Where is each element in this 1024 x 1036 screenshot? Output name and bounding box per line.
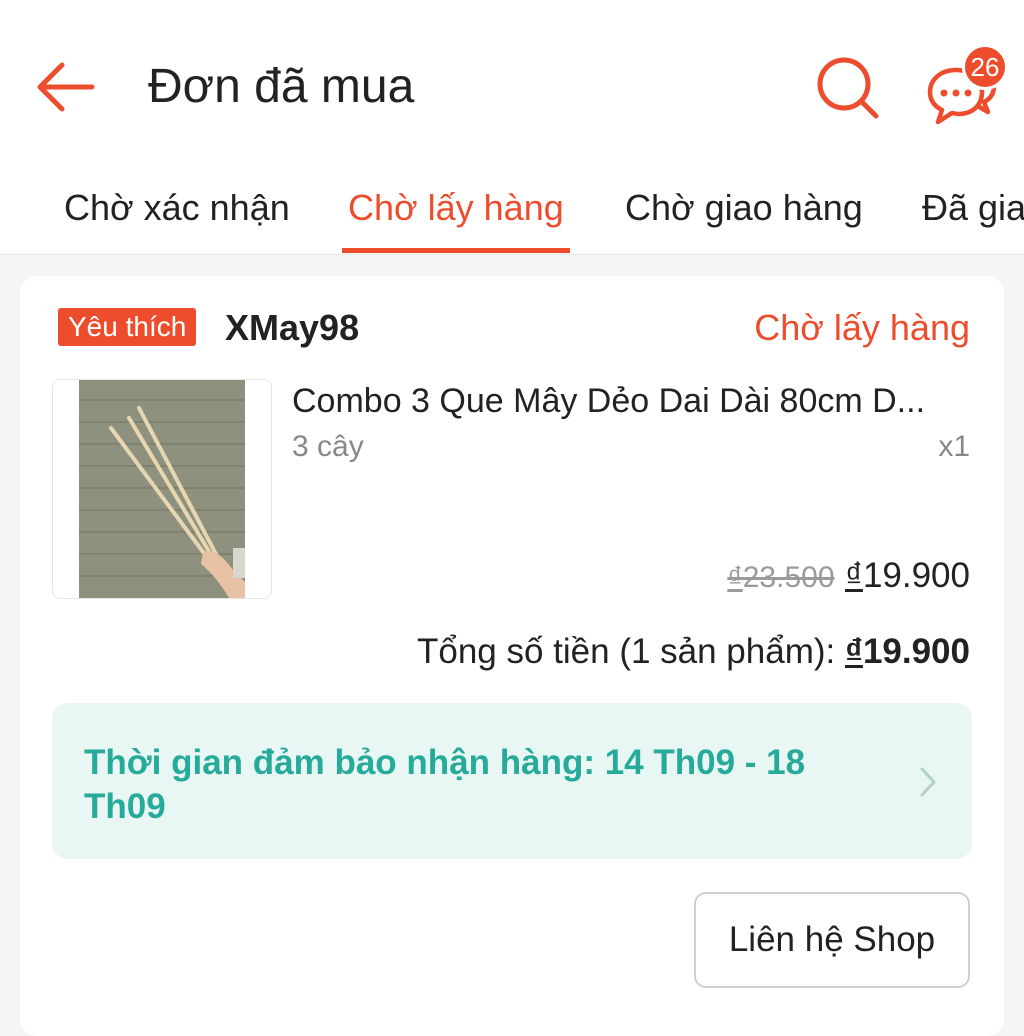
active-tab-indicator (342, 248, 570, 253)
currency-symbol: ₫ (727, 561, 743, 594)
delivery-guarantee-banner[interactable]: Thời gian đảm bảo nhận hàng: 14 Th09 - 1… (52, 703, 972, 859)
product-image (53, 380, 271, 598)
sale-price: ₫19.900 (845, 556, 970, 595)
app-header: Đơn đã mua 26 (0, 0, 1024, 160)
chat-unread-badge: 26 (962, 44, 1008, 90)
sale-price-value: 19.900 (862, 556, 970, 595)
back-button[interactable] (30, 52, 100, 122)
shop-name[interactable]: XMay98 (225, 306, 359, 350)
order-status-tabs: Chờ xác nhận Chờ lấy hàng Chờ giao hàng … (0, 160, 1024, 255)
tab-cho-giao-hang[interactable]: Chờ giao hàng (625, 186, 863, 230)
product-price: ₫23.500 ₫19.900 (727, 556, 970, 596)
order-total-value: 19.900 (862, 632, 970, 671)
tab-cho-xac-nhan[interactable]: Chờ xác nhận (64, 186, 290, 230)
tab-da-giao[interactable]: Đã gia (922, 186, 1024, 230)
product-name[interactable]: Combo 3 Que Mây Dẻo Dai Dài 80cm D... (292, 380, 972, 422)
search-button[interactable] (812, 52, 882, 122)
order-total: Tổng số tiền (1 sản phẩm): ₫19.900 (417, 630, 970, 674)
order-card[interactable]: Yêu thích XMay98 Chờ lấy hàng Combo 3 Qu… (20, 276, 1004, 1036)
search-icon (817, 57, 879, 119)
original-price-value: 23.500 (742, 561, 835, 594)
product-variant: 3 cây (292, 430, 364, 463)
total-currency: ₫ (844, 632, 863, 671)
delivery-guarantee-text: Thời gian đảm bảo nhận hàng: 14 Th09 - 1… (84, 743, 806, 826)
back-arrow-icon (37, 62, 95, 112)
order-status: Chờ lấy hàng (754, 307, 970, 348)
page-title: Đơn đã mua (148, 60, 415, 113)
order-total-label: Tổng số tiền (1 sản phẩm): (416, 632, 845, 671)
product-thumbnail[interactable] (52, 379, 272, 599)
currency-symbol: ₫ (844, 556, 863, 595)
contact-shop-button[interactable]: Liên hệ Shop (694, 892, 970, 988)
original-price: ₫23.500 (727, 561, 834, 594)
favorite-shop-badge: Yêu thích (58, 308, 197, 346)
product-quantity: x1 (938, 430, 970, 463)
chevron-right-icon (920, 767, 936, 797)
tab-cho-lay-hang[interactable]: Chờ lấy hàng (348, 186, 564, 230)
